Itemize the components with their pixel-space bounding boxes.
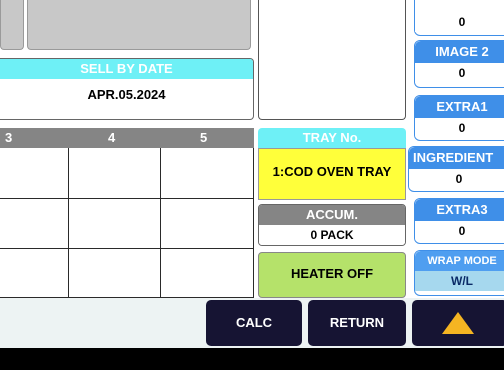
grid-column-4: 4	[108, 130, 116, 145]
grid-cell[interactable]	[160, 199, 254, 249]
top-value-panel[interactable]: 0	[414, 0, 504, 36]
ingredient-button[interactable]: INGREDIENT 0	[408, 146, 504, 192]
scroll-up-button[interactable]	[412, 300, 504, 346]
sell-by-date-panel[interactable]: SELL BY DATE APR.05.2024	[0, 58, 254, 120]
accum-label: ACCUM.	[259, 205, 405, 225]
info-panel-empty	[258, 0, 406, 120]
tray-number-value: 1:COD OVEN TRAY	[258, 148, 406, 200]
grid-cell[interactable]	[0, 249, 68, 298]
grid-column-header: 3 4 5	[0, 128, 254, 148]
wrap-mode-button[interactable]: WRAP MODE W/L	[414, 250, 504, 296]
top-value: 0	[415, 12, 504, 32]
return-button[interactable]: RETURN	[308, 300, 406, 346]
ingredient-label: INGREDIENT	[409, 147, 504, 169]
grid-column-3: 3	[5, 130, 13, 145]
wrap-mode-value: W/L	[415, 271, 504, 291]
top-tile-left[interactable]	[0, 0, 24, 50]
extra3-value: 0	[415, 221, 504, 241]
wrap-mode-label: WRAP MODE	[415, 251, 504, 271]
grid-cell[interactable]	[68, 148, 160, 199]
extra3-button[interactable]: EXTRA3 0	[414, 198, 504, 244]
extra1-label: EXTRA1	[415, 96, 504, 118]
up-arrow-icon	[442, 312, 474, 334]
extra1-value: 0	[415, 118, 504, 138]
image2-value: 0	[415, 63, 504, 83]
tray-number-panel[interactable]: TRAY No. 1:COD OVEN TRAY	[258, 128, 406, 200]
bottom-black-strip	[0, 348, 504, 370]
tray-number-label: TRAY No.	[258, 128, 406, 148]
grid-cell[interactable]	[160, 249, 254, 298]
accum-panel: ACCUM. 0 PACK	[258, 204, 406, 246]
grid-cell[interactable]	[0, 199, 68, 249]
heater-button[interactable]: HEATER OFF	[258, 252, 406, 298]
calc-button[interactable]: CALC	[206, 300, 302, 346]
ingredient-value: 0	[409, 169, 504, 189]
grid-cell[interactable]	[0, 148, 68, 199]
sell-by-date-value: APR.05.2024	[0, 79, 253, 111]
image2-label: IMAGE 2	[415, 41, 504, 63]
extra3-label: EXTRA3	[415, 199, 504, 221]
sell-by-date-label: SELL BY DATE	[0, 59, 253, 79]
top-tile-right[interactable]	[27, 0, 251, 50]
image2-button[interactable]: IMAGE 2 0	[414, 40, 504, 88]
grid-cell[interactable]	[68, 199, 160, 249]
accum-value: 0 PACK	[259, 225, 405, 245]
grid-column-5: 5	[200, 130, 208, 145]
grid-cell[interactable]	[160, 148, 254, 199]
grid-cell[interactable]	[68, 249, 160, 298]
extra1-button[interactable]: EXTRA1 0	[414, 95, 504, 141]
